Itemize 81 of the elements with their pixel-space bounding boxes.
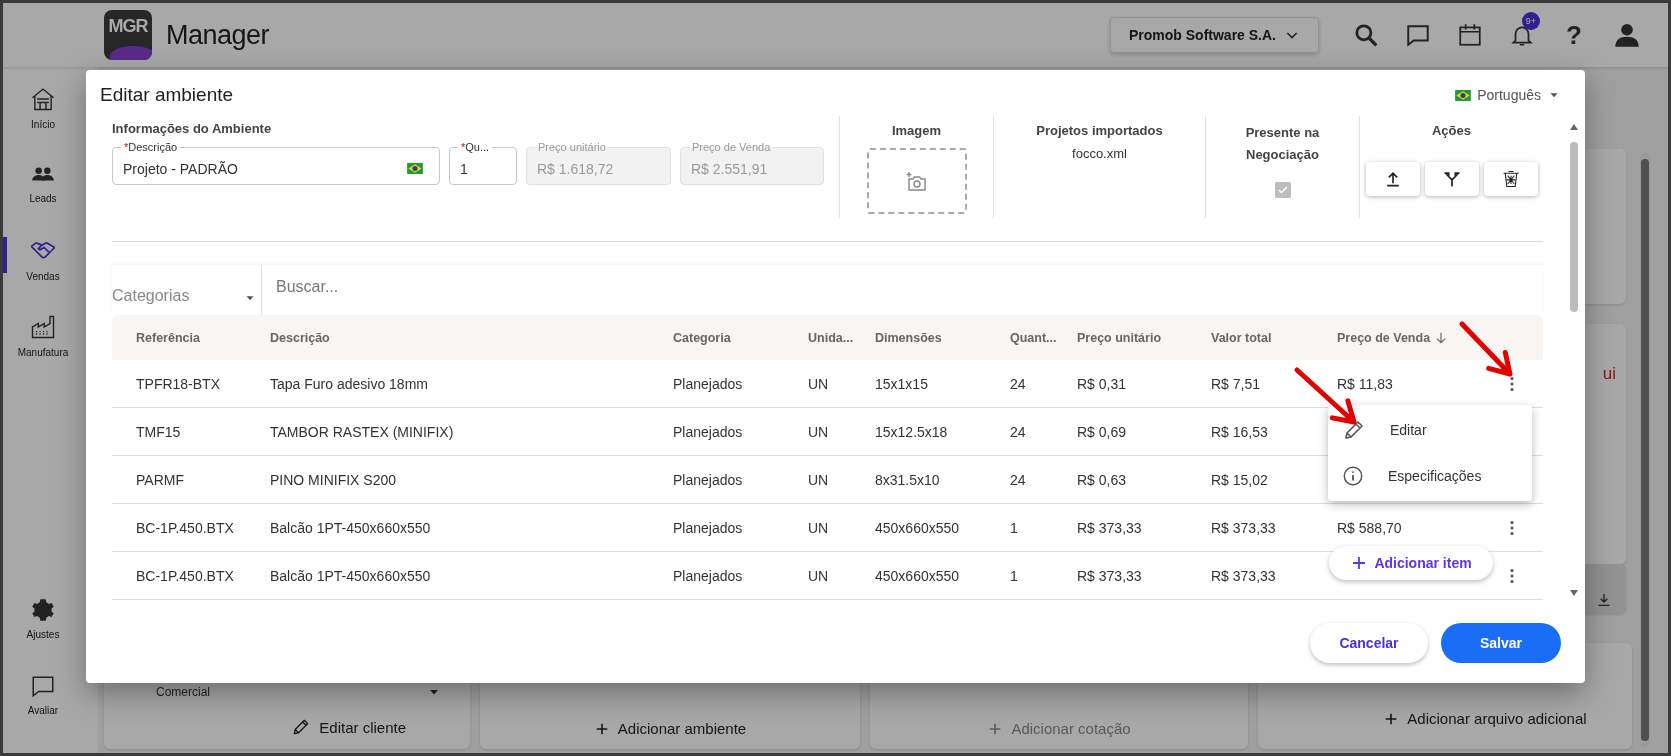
- column-title: Presente na Negociação: [1244, 124, 1321, 164]
- table-cell: Planejados: [673, 423, 743, 440]
- sidebar-item[interactable]: Início: [3, 77, 83, 153]
- table-cell: Planejados: [673, 375, 743, 392]
- cancel-button[interactable]: Cancelar: [1310, 622, 1428, 663]
- table-cell: R$ 0,69: [1077, 423, 1127, 440]
- table-cell: R$ 373,33: [1077, 567, 1142, 584]
- table-cell: TMF15: [136, 423, 181, 440]
- column-title: Imagem: [891, 122, 942, 140]
- table-cell: 24: [1010, 423, 1026, 440]
- app-title: Manager: [166, 19, 270, 51]
- action-button[interactable]: Editar cliente: [283, 713, 414, 741]
- note-text: ui: [1602, 364, 1616, 385]
- add-item-button[interactable]: Adicionar item: [1329, 546, 1493, 580]
- sidebar-item[interactable]: Manufatura: [3, 305, 83, 381]
- search-field[interactable]: Buscar...: [262, 265, 1543, 315]
- column-header[interactable]: Referência: [136, 330, 200, 345]
- table-cell: 15x1x15: [875, 375, 928, 392]
- table-cell: UN: [808, 471, 829, 488]
- table-cell: R$ 11,83: [1337, 375, 1393, 392]
- menu-item[interactable]: Especificações: [1328, 453, 1532, 499]
- table-cell: Planejados: [673, 471, 743, 488]
- table-cell: R$ 7,51: [1211, 375, 1261, 392]
- column-title: Projetos importados: [1036, 122, 1163, 140]
- action-button[interactable]: Adicionar arquivo adicional: [1375, 706, 1595, 731]
- sidebar-item[interactable]: Ajustes: [3, 589, 83, 665]
- column-header[interactable]: Categoria: [673, 330, 731, 345]
- table-cell: BC-1P.450.BTX: [136, 567, 234, 584]
- table-cell: Planejados: [673, 519, 743, 536]
- action-button[interactable]: Adicionar ambiente: [585, 716, 755, 741]
- table-cell: 1: [1010, 519, 1018, 536]
- menu-item[interactable]: Editar: [1328, 407, 1532, 453]
- table-cell: R$ 373,33: [1077, 519, 1142, 536]
- client-select[interactable]: Comercial: [104, 685, 470, 699]
- sidebar-item[interactable]: Leads: [3, 153, 83, 229]
- table-cell: 24: [1010, 471, 1026, 488]
- table-cell: R$ 16,53: [1211, 423, 1268, 440]
- column-header[interactable]: Preço de Venda: [1337, 330, 1431, 345]
- table-cell: R$ 373,33: [1211, 519, 1276, 536]
- column-header[interactable]: Dimensões: [875, 330, 942, 345]
- table-cell: 24: [1010, 375, 1026, 392]
- column-header[interactable]: Quant...: [1010, 330, 1057, 345]
- table-cell: UN: [808, 519, 829, 536]
- sidebar-item[interactable]: Avaliar: [3, 665, 83, 741]
- table-cell: Balcão 1PT-450x660x550: [270, 519, 431, 536]
- help-button[interactable]: ?: [1561, 19, 1587, 51]
- dialog-title: Editar ambiente: [100, 84, 234, 106]
- table-cell: BC-1P.450.BTX: [136, 519, 234, 536]
- app-logo: MGR: [104, 10, 152, 60]
- table-cell: 1: [1010, 567, 1018, 584]
- column-header[interactable]: Preço unitário: [1077, 330, 1162, 345]
- table-cell: UN: [808, 375, 829, 392]
- column-header[interactable]: Descrição: [270, 330, 330, 345]
- table-cell: R$ 373,33: [1211, 567, 1276, 584]
- table-cell: R$ 0,63: [1077, 471, 1127, 488]
- language-select[interactable]: Português: [1455, 87, 1561, 103]
- table-cell: 450x660x550: [875, 519, 960, 536]
- table-cell: R$ 15,02: [1211, 471, 1268, 488]
- save-button[interactable]: Salvar: [1441, 622, 1561, 663]
- column-header[interactable]: Valor total: [1211, 330, 1272, 345]
- table-cell: 8x31.5x10: [875, 471, 940, 488]
- table-cell: TPFR18-BTX: [136, 375, 220, 392]
- table-cell: PINO MINIFIX S200: [270, 471, 397, 488]
- table-cell: 15x12.5x18: [875, 423, 948, 440]
- table-cell: R$ 0,31: [1077, 375, 1127, 392]
- notification-badge: 9+: [1522, 12, 1540, 30]
- file-name: focco.xml: [1072, 146, 1127, 161]
- table-cell: Planejados: [673, 567, 743, 584]
- table-cell: 450x660x550: [875, 567, 960, 584]
- table-cell: Tapa Furo adesivo 18mm: [270, 375, 428, 392]
- table-cell: R$ 588,70: [1337, 519, 1402, 536]
- section-title: Informações do Ambiente: [112, 120, 272, 138]
- column-title: Ações: [1432, 122, 1471, 140]
- company-dropdown[interactable]: Promob Software S.A.: [1109, 17, 1319, 53]
- table-cell: UN: [808, 423, 829, 440]
- column-header[interactable]: Unida...: [808, 330, 854, 345]
- table-cell: UN: [808, 567, 829, 584]
- table-cell: TAMBOR RASTEX (MINIFIX): [270, 423, 454, 440]
- table-cell: Balcão 1PT-450x660x550: [270, 567, 431, 584]
- sidebar-item[interactable]: Vendas: [3, 229, 83, 305]
- table-cell: PARMF: [136, 471, 184, 488]
